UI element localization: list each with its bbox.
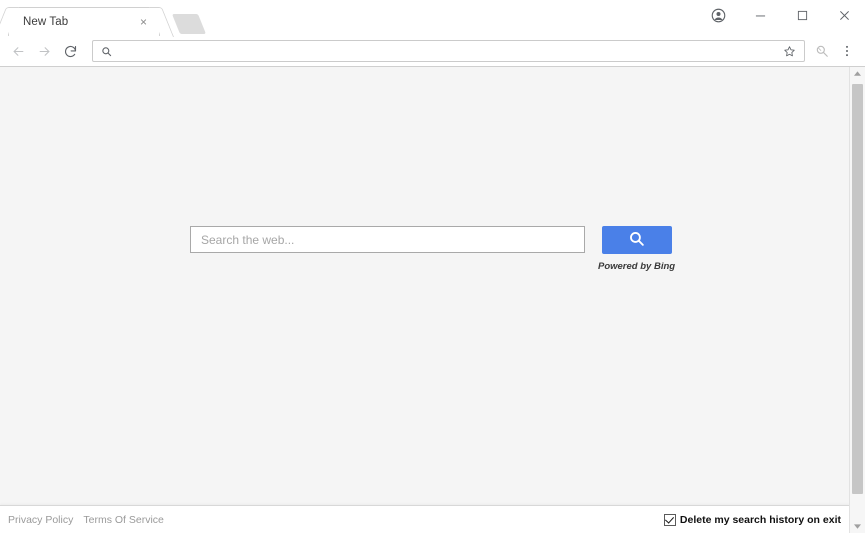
forward-button[interactable] xyxy=(32,39,56,63)
search-icon xyxy=(628,230,645,250)
profile-avatar-icon[interactable] xyxy=(697,0,739,30)
window-close-button[interactable] xyxy=(823,0,865,30)
delete-history-checkbox[interactable] xyxy=(663,513,676,526)
window-controls xyxy=(697,0,865,30)
scrollbar-track[interactable] xyxy=(850,80,865,520)
page-area: Powered by Bing Privacy Policy Terms Of … xyxy=(0,67,865,533)
window-maximize-button[interactable] xyxy=(781,0,823,30)
browser-window: New Tab × Search the web... Powered by B… xyxy=(0,0,865,533)
new-tab-button[interactable] xyxy=(171,14,207,34)
scrollbar-down-arrow-icon[interactable] xyxy=(850,520,865,533)
page-scrollbar[interactable] xyxy=(849,67,865,533)
reload-button[interactable] xyxy=(58,39,82,63)
page-content: Powered by Bing Privacy Policy Terms Of … xyxy=(0,67,849,533)
footer-links: Privacy Policy Terms Of Service xyxy=(8,514,164,526)
scrollbar-thumb[interactable] xyxy=(852,84,863,494)
extension-icon[interactable] xyxy=(810,39,834,63)
tab-title: New Tab xyxy=(23,16,69,28)
privacy-policy-link[interactable]: Privacy Policy xyxy=(8,514,73,526)
address-bar[interactable] xyxy=(92,40,805,62)
search-row: Powered by Bing xyxy=(190,226,675,272)
browser-toolbar xyxy=(0,36,865,67)
powered-by-label: Powered by Bing xyxy=(598,261,676,272)
browser-tab[interactable]: New Tab × xyxy=(8,7,160,36)
back-button[interactable] xyxy=(6,39,30,63)
search-input[interactable] xyxy=(190,226,585,253)
delete-history-label: Delete my search history on exit xyxy=(679,513,841,526)
scrollbar-up-arrow-icon[interactable] xyxy=(850,67,865,80)
bookmark-star-icon[interactable] xyxy=(780,42,798,60)
three-dot-menu-icon[interactable] xyxy=(835,39,859,63)
search-icon xyxy=(99,44,113,58)
tab-close-icon[interactable]: × xyxy=(136,15,151,30)
terms-of-service-link[interactable]: Terms Of Service xyxy=(83,514,164,526)
delete-history-group[interactable]: Delete my search history on exit xyxy=(663,513,841,526)
window-minimize-button[interactable] xyxy=(739,0,781,30)
tab-strip: New Tab × xyxy=(0,0,865,36)
search-region: Powered by Bing xyxy=(0,67,849,505)
search-button-group: Powered by Bing xyxy=(598,226,675,272)
search-submit-button[interactable] xyxy=(601,226,672,254)
page-footer: Privacy Policy Terms Of Service Delete m… xyxy=(0,505,849,533)
